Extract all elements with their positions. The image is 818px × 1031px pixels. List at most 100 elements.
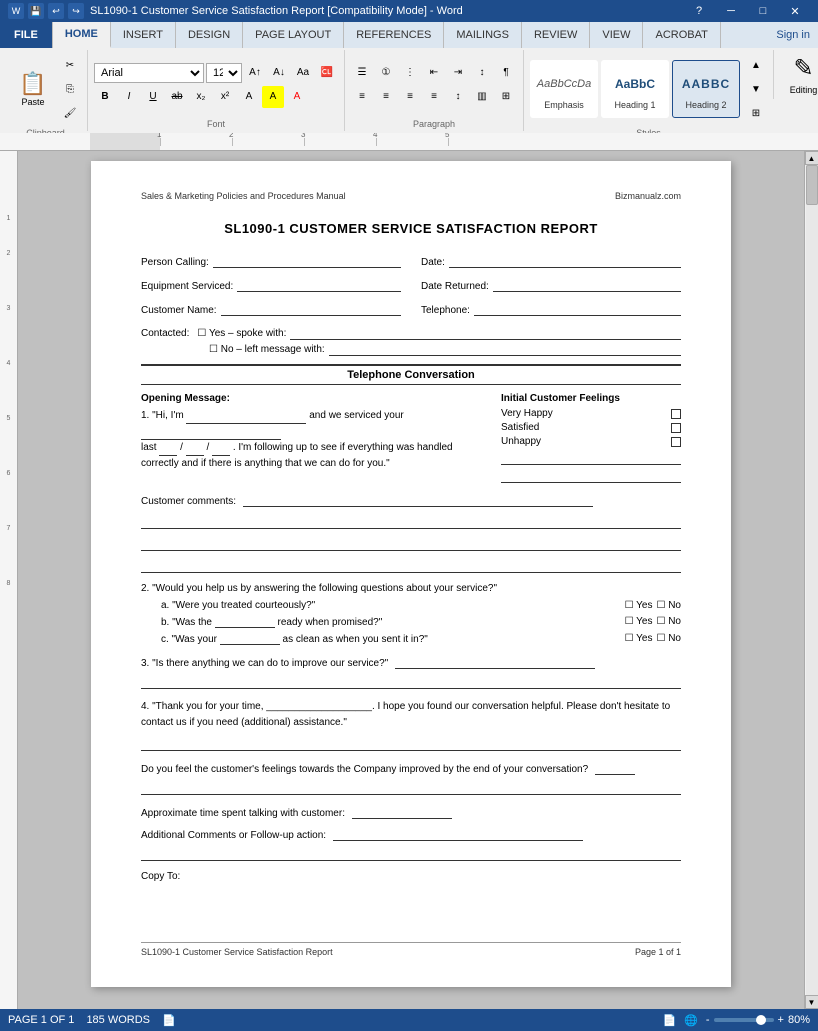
clear-format-button[interactable]: 🆑 <box>316 62 338 84</box>
feelings-line-1[interactable] <box>501 451 681 465</box>
date-blank-2[interactable] <box>186 442 204 456</box>
change-case-button[interactable]: Aa <box>292 62 314 84</box>
additional-line[interactable] <box>141 847 681 861</box>
increase-font-button[interactable]: A↑ <box>244 62 266 84</box>
approx-blank[interactable] <box>352 805 452 819</box>
comments-first-line[interactable] <box>243 493 593 507</box>
comments-line-4[interactable] <box>141 559 681 573</box>
q4-line[interactable] <box>141 737 681 751</box>
satisfied-checkbox[interactable] <box>671 423 681 433</box>
close-button[interactable]: ✕ <box>780 1 810 21</box>
tab-page-layout[interactable]: PAGE LAYOUT <box>243 22 344 48</box>
tab-mailings[interactable]: MAILINGS <box>444 22 522 48</box>
paste-button[interactable]: 📋 Paste <box>10 60 56 118</box>
font-family-select[interactable]: Arial <box>94 63 204 83</box>
tab-design[interactable]: DESIGN <box>176 22 243 48</box>
tab-review[interactable]: REVIEW <box>522 22 590 48</box>
italic-button[interactable]: I <box>118 86 140 108</box>
strikethrough-button[interactable]: ab <box>166 86 188 108</box>
qa-yes-check[interactable]: ☐ Yes <box>625 600 653 611</box>
zoom-slider[interactable] <box>714 1018 774 1022</box>
view-print-icon[interactable]: 📄 <box>662 1014 676 1027</box>
date-blank-3[interactable] <box>212 442 230 456</box>
qb-yes-check[interactable]: ☐ Yes <box>625 616 653 627</box>
tab-view[interactable]: VIEW <box>590 22 643 48</box>
tab-acrobat[interactable]: ACROBAT <box>643 22 720 48</box>
maximize-button[interactable]: □ <box>748 1 778 21</box>
feelings-line-2[interactable] <box>501 469 681 483</box>
qc-no-check[interactable]: ☐ No <box>656 633 681 644</box>
tab-home[interactable]: HOME <box>53 22 111 48</box>
q3-line[interactable] <box>395 655 595 669</box>
additional-blank[interactable] <box>333 827 583 841</box>
undo-icon[interactable]: ↩ <box>48 3 64 19</box>
date-line[interactable] <box>449 254 681 268</box>
scroll-down-button[interactable]: ▼ <box>805 995 818 1009</box>
sort-button[interactable]: ↕ <box>471 62 493 84</box>
styles-more[interactable]: ⊞ <box>745 102 767 124</box>
comments-line-2[interactable] <box>141 515 681 529</box>
contact-no-line[interactable] <box>329 342 681 356</box>
superscript-button[interactable]: x² <box>214 86 236 108</box>
scroll-up-button[interactable]: ▲ <box>805 151 818 165</box>
style-emphasis[interactable]: AaBbCcDa Emphasis <box>530 60 598 118</box>
styles-scroll-up[interactable]: ▲ <box>745 54 767 76</box>
numbering-button[interactable]: ① <box>375 62 397 84</box>
contact-yes-line[interactable] <box>290 326 681 340</box>
view-web-icon[interactable]: 🌐 <box>684 1014 698 1027</box>
shading-button[interactable]: ▥ <box>471 86 493 108</box>
qa-no-check[interactable]: ☐ No <box>656 600 681 611</box>
style-heading1[interactable]: AaBbC Heading 1 <box>601 60 669 118</box>
zoom-in-button[interactable]: + <box>778 1014 784 1026</box>
date-returned-line[interactable] <box>493 278 681 292</box>
font-size-select[interactable]: 12 <box>206 63 242 83</box>
save-icon[interactable]: 💾 <box>28 3 44 19</box>
qb-no-check[interactable]: ☐ No <box>656 616 681 627</box>
format-painter-button[interactable]: 🖌 <box>59 102 81 124</box>
very-happy-checkbox[interactable] <box>671 409 681 419</box>
underline-button[interactable]: U <box>142 86 164 108</box>
style-heading2[interactable]: AABBC Heading 2 <box>672 60 740 118</box>
date-blank-1[interactable] <box>159 442 177 456</box>
person-calling-line[interactable] <box>213 254 401 268</box>
service-blank[interactable] <box>141 426 281 440</box>
scroll-track[interactable] <box>806 165 818 995</box>
borders-button[interactable]: ⊞ <box>495 86 517 108</box>
sign-in-link[interactable]: Sign in <box>776 29 810 41</box>
align-left-button[interactable]: ≡ <box>351 86 373 108</box>
justify-button[interactable]: ≡ <box>423 86 445 108</box>
comments-line-3[interactable] <box>141 537 681 551</box>
align-center-button[interactable]: ≡ <box>375 86 397 108</box>
improved-blank[interactable] <box>595 761 635 775</box>
copy-button[interactable]: ⎘ <box>59 78 81 100</box>
increase-indent-button[interactable]: ⇥ <box>447 62 469 84</box>
tab-references[interactable]: REFERENCES <box>344 22 444 48</box>
q3-extra-line[interactable] <box>141 675 681 689</box>
bold-button[interactable]: B <box>94 86 116 108</box>
zoom-out-button[interactable]: - <box>706 1014 710 1026</box>
line-spacing-button[interactable]: ↕ <box>447 86 469 108</box>
font-color-button[interactable]: A <box>286 86 308 108</box>
customer-name-line[interactable] <box>221 302 401 316</box>
telephone-line[interactable] <box>474 302 681 316</box>
page[interactable]: Sales & Marketing Policies and Procedure… <box>91 161 731 987</box>
minimize-button[interactable]: ─ <box>716 1 746 21</box>
scroll-thumb[interactable] <box>806 165 818 205</box>
redo-icon[interactable]: ↪ <box>68 3 84 19</box>
show-marks-button[interactable]: ¶ <box>495 62 517 84</box>
zoom-control[interactable]: - + 80% <box>706 1014 810 1026</box>
text-effects-button[interactable]: A <box>238 86 260 108</box>
decrease-font-button[interactable]: A↓ <box>268 62 290 84</box>
qc-yes-check[interactable]: ☐ Yes <box>625 633 653 644</box>
unhappy-checkbox[interactable] <box>671 437 681 447</box>
text-highlight-button[interactable]: A <box>262 86 284 108</box>
subscript-button[interactable]: x₂ <box>190 86 212 108</box>
cut-button[interactable]: ✂ <box>59 54 81 76</box>
tab-file[interactable]: FILE <box>0 22 53 48</box>
align-right-button[interactable]: ≡ <box>399 86 421 108</box>
decrease-indent-button[interactable]: ⇤ <box>423 62 445 84</box>
styles-scroll-down[interactable]: ▼ <box>745 78 767 100</box>
help-button[interactable]: ? <box>684 1 714 21</box>
name-blank[interactable] <box>186 410 306 424</box>
multilevel-button[interactable]: ⋮ <box>399 62 421 84</box>
